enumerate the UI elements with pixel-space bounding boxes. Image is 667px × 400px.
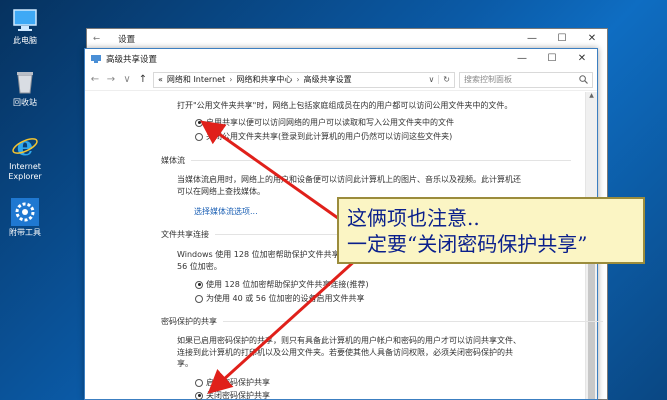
desktop-icon-ie[interactable]: e Internet Explorer [2, 132, 48, 182]
minimize-button[interactable]: — [517, 30, 547, 48]
desktop-icon-recycle-bin[interactable]: 回收站 [2, 68, 48, 108]
breadcrumb-separator-icon[interactable]: › [229, 75, 232, 84]
encryption-40-56-option[interactable]: 为使用 40 或 56 位加密的设备启用文件共享 [195, 293, 365, 304]
close-button[interactable]: ✕ [567, 50, 597, 68]
maximize-button[interactable]: ☐ [547, 30, 577, 48]
option-label: 关闭密码保护共享 [206, 391, 270, 400]
breadcrumb-overflow[interactable]: « [158, 75, 163, 84]
radio-button[interactable] [195, 280, 203, 289]
encryption-128-option[interactable]: 使用 128 位加密帮助保护文件共享连接(推荐) [195, 279, 369, 290]
public-share-off-option[interactable]: 关闭公用文件夹共享(登录到此计算机的用户仍然可以访问这些文件夹) [195, 131, 452, 142]
settings-title: 设置 [118, 35, 136, 45]
address-bar[interactable]: « 网络和 Internet › 网络和共享中心 › 高级共享设置 ∨ ↻ [153, 71, 455, 88]
scroll-up-icon[interactable]: ▲ [586, 92, 597, 102]
breadcrumb-item[interactable]: 高级共享设置 [304, 74, 352, 85]
radio-button[interactable] [195, 378, 203, 387]
password-protect-off-option[interactable]: 关闭密码保护共享 [195, 390, 270, 400]
desktop-icon-label: 回收站 [13, 98, 37, 107]
desktop-icon-label: 附带工具 [9, 228, 41, 237]
file-sharing-description: Windows 使用 128 位加密帮助保护文件共享连接。某些设备不支持 128… [177, 250, 342, 271]
radio-button[interactable] [195, 391, 203, 400]
address-dropdown-icon[interactable]: ∨ [428, 75, 434, 84]
annotation-line-2: 一定要“关闭密码保护共享” [347, 232, 588, 256]
network-icon [91, 55, 101, 63]
recycle-bin-icon [17, 72, 33, 94]
option-label: 使用 128 位加密帮助保护文件共享连接(推荐) [206, 280, 369, 289]
computer-icon [13, 9, 37, 31]
radio-button[interactable] [195, 294, 203, 303]
public-share-on-option[interactable]: 启用共享以便可以访问网络的用户可以读取和写入公用文件夹中的文件 [195, 117, 454, 128]
option-label: 关闭公用文件夹共享(登录到此计算机的用户仍然可以访问这些文件夹) [206, 132, 453, 141]
desktop-icon-label: 此电脑 [13, 36, 37, 45]
annotation-line-1: 这俩项也注意.. [347, 206, 480, 230]
breadcrumb-separator-icon[interactable]: › [296, 75, 299, 84]
password-sharing-description: 如果已启用密码保护的共享，则只有具备此计算机的用户帐户和密码的用户才可以访问共享… [177, 336, 521, 368]
search-placeholder: 搜索控制面板 [464, 75, 512, 84]
window-controls: — ☐ ✕ [507, 50, 597, 68]
settings-titlebar: ← 设置 — ☐ ✕ [87, 29, 607, 49]
file-sharing-heading: 文件共享连接 [161, 230, 595, 239]
search-icon[interactable] [579, 75, 588, 84]
radio-button[interactable] [195, 118, 203, 127]
option-label: 为使用 40 或 56 位加密的设备启用文件共享 [206, 294, 365, 303]
back-arrow-icon[interactable]: ← [93, 34, 100, 44]
password-protect-on-option[interactable]: 启用密码保护共享 [195, 377, 270, 388]
back-button[interactable]: ← [89, 74, 101, 85]
option-label: 启用共享以便可以访问网络的用户可以读取和写入公用文件夹中的文件 [206, 118, 454, 127]
public-share-intro: 打开"公用文件夹共享"时，网络上包括家庭组成员在内的用户都可以访问公用文件夹中的… [177, 101, 513, 110]
close-button[interactable]: ✕ [577, 30, 607, 48]
up-button[interactable]: ↑ [137, 74, 149, 85]
password-sharing-heading: 密码保护的共享 [161, 317, 603, 326]
minimize-button[interactable]: — [507, 50, 537, 68]
maximize-button[interactable]: ☐ [537, 50, 567, 68]
ie-icon: e [12, 132, 38, 160]
gear-icon [11, 198, 39, 226]
window-title: 高级共享设置 [106, 55, 158, 65]
radio-button[interactable] [195, 132, 203, 141]
svg-text:e: e [17, 132, 34, 160]
recent-locations-button[interactable]: ∨ [121, 74, 133, 85]
desktop-icon-this-pc[interactable]: 此电脑 [2, 6, 48, 46]
annotation-callout: 这俩项也注意.. 一定要“关闭密码保护共享” [337, 197, 645, 264]
navigation-bar: ← → ∨ ↑ « 网络和 Internet › 网络和共享中心 › 高级共享设… [85, 69, 597, 91]
breadcrumb-item[interactable]: 网络和共享中心 [236, 74, 292, 85]
media-stream-options-link[interactable]: 选择媒体流选项... [194, 206, 258, 217]
desktop-icon-tools[interactable]: 附带工具 [2, 198, 48, 238]
media-stream-description: 当媒体流启用时，网络上的用户和设备便可以访问此计算机上的图片、音乐以及视频。此计… [177, 175, 521, 196]
media-stream-heading: 媒体流 [161, 156, 571, 165]
option-label: 启用密码保护共享 [206, 378, 270, 387]
refresh-icon[interactable]: ↻ [438, 75, 450, 84]
window-titlebar: 高级共享设置 — ☐ ✕ [85, 49, 597, 69]
forward-button[interactable]: → [105, 74, 117, 85]
desktop-icon-label: Internet Explorer [8, 162, 42, 181]
window-controls: — ☐ ✕ [517, 30, 607, 48]
search-input[interactable]: 搜索控制面板 [459, 71, 593, 88]
breadcrumb-item[interactable]: 网络和 Internet [167, 74, 225, 85]
